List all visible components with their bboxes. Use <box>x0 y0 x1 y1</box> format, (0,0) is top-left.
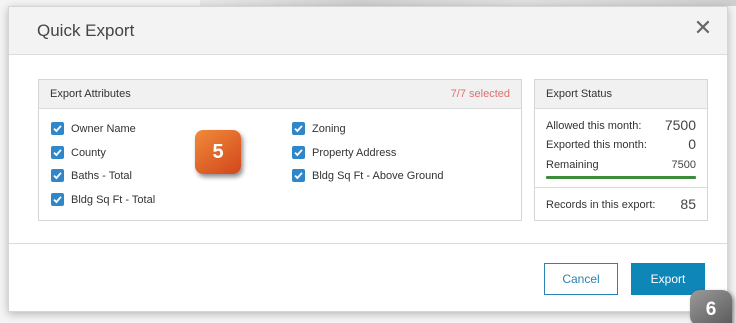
status-divider <box>535 187 707 188</box>
exported-row: Exported this month: 0 <box>546 135 696 153</box>
attribute-label: Zoning <box>312 123 346 135</box>
records-row: Records in this export: 85 <box>546 195 696 213</box>
step-6-callout: 6 <box>690 290 732 323</box>
footer-divider <box>9 243 727 244</box>
attribute-label: Baths - Total <box>71 170 132 182</box>
records-value: 85 <box>680 196 696 212</box>
allowed-value: 7500 <box>664 117 696 133</box>
remaining-label: Remaining <box>546 159 599 171</box>
attribute-label: County <box>71 147 106 159</box>
export-status-panel: Export Status Allowed this month: 7500 E… <box>534 79 708 221</box>
step-5-callout: 5 <box>195 130 241 174</box>
attribute-label: Bldg Sq Ft - Total <box>71 194 156 206</box>
selected-count: 7/7 selected <box>450 88 510 100</box>
export-attributes-panel: Export Attributes 7/7 selected Owner Nam… <box>38 79 522 221</box>
checkbox-checked-icon[interactable] <box>51 169 64 182</box>
exported-label: Exported this month: <box>546 139 647 151</box>
checkbox-checked-icon[interactable] <box>51 146 64 159</box>
status-panel-header: Export Status <box>535 80 707 109</box>
records-label: Records in this export: <box>546 199 656 211</box>
checkbox-checked-icon[interactable] <box>292 169 305 182</box>
checkbox-checked-icon[interactable] <box>292 122 305 135</box>
exported-value: 0 <box>688 136 696 152</box>
dialog-title: Quick Export <box>37 21 135 40</box>
checkbox-checked-icon[interactable] <box>292 146 305 159</box>
status-header-title: Export Status <box>546 88 613 100</box>
dialog-header: Quick Export ✕ <box>9 7 727 55</box>
quick-export-dialog: Quick Export ✕ Export Attributes 7/7 sel… <box>8 6 728 312</box>
attribute-label: Bldg Sq Ft - Above Ground <box>312 170 444 182</box>
checkbox-checked-icon[interactable] <box>51 122 64 135</box>
attribute-label: Owner Name <box>71 123 136 135</box>
attributes-header-title: Export Attributes <box>50 88 131 100</box>
attribute-label: Property Address <box>312 147 397 159</box>
allowed-label: Allowed this month: <box>546 120 642 132</box>
checkbox-checked-icon[interactable] <box>51 193 64 206</box>
remaining-row: Remaining 7500 <box>546 155 696 173</box>
export-button[interactable]: Export <box>631 263 705 295</box>
cancel-button[interactable]: Cancel <box>544 263 618 295</box>
close-icon[interactable]: ✕ <box>691 17 715 41</box>
remaining-value: 7500 <box>671 159 696 171</box>
remaining-progress-bar <box>546 176 696 179</box>
attributes-panel-header: Export Attributes 7/7 selected <box>39 80 521 109</box>
allowed-row: Allowed this month: 7500 <box>546 116 696 134</box>
